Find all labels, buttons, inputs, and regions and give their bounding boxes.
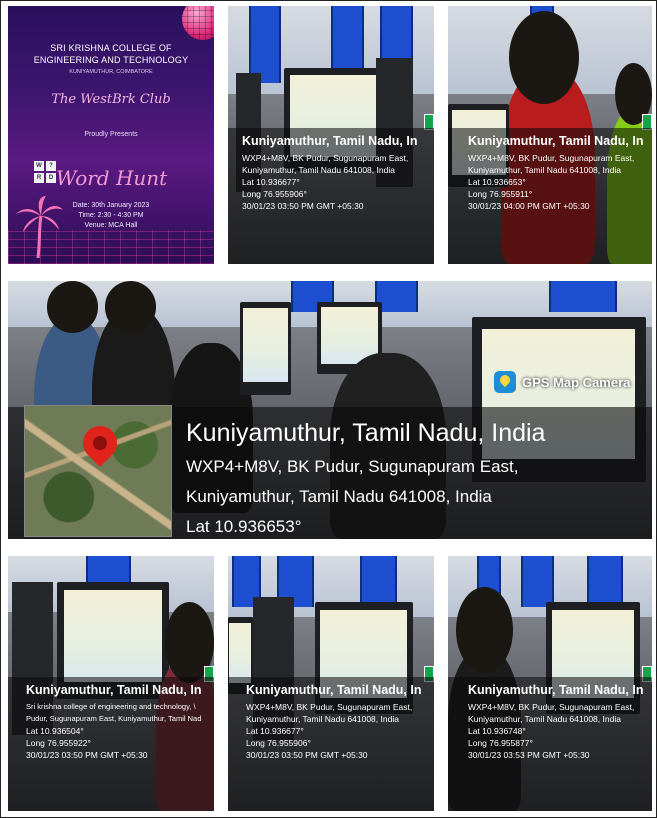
geotag-overlay: Kuniyamuthur, Tamil Nadu, In WXP4+M8V, B… <box>228 677 434 811</box>
location-title: Kuniyamuthur, Tamil Nadu, In <box>242 134 418 148</box>
poster-presents: Proudly Presents <box>84 131 138 138</box>
lab-photo: Kuniyamuthur, Tamil Nadu, In WXP4+M8V, B… <box>448 556 652 811</box>
lab-photo: Kuniyamuthur, Tamil Nadu, In WXP4+M8V, B… <box>228 6 434 264</box>
location-title: Kuniyamuthur, Tamil Nadu, India <box>186 419 546 447</box>
word-grid-logo: W ? R D <box>34 161 56 183</box>
poster-college-name: SRI KRISHNA COLLEGE OF ENGINEERING AND T… <box>33 43 189 65</box>
map-thumbnail <box>24 405 172 537</box>
poster-club-name: The WestBrk Club <box>51 92 171 107</box>
location-title: Kuniyamuthur, Tamil Nadu, In <box>246 683 422 697</box>
geotag-overlay: Kuniyamuthur, Tamil Nadu, In WXP4+M8V, B… <box>448 677 652 811</box>
lab-photo: Kuniyamuthur, Tamil Nadu, In WXP4+M8V, B… <box>448 6 652 264</box>
geotag-overlay: Kuniyamuthur, Tamil Nadu, In WXP4+M8V, B… <box>448 128 652 264</box>
gps-camera-badge: GPS Map Camera <box>494 367 630 397</box>
lab-photo: Kuniyamuthur, Tamil Nadu, In Sri krishna… <box>8 556 214 811</box>
location-title: Kuniyamuthur, Tamil Nadu, In <box>468 134 644 148</box>
location-pin-icon <box>75 418 125 468</box>
poster-event-title: Word Hunt <box>56 166 168 190</box>
gps-camera-icon <box>494 371 516 393</box>
disco-ball-graphic <box>182 6 214 40</box>
palm-tree-graphic <box>16 196 63 259</box>
location-title: Kuniyamuthur, Tamil Nadu, In <box>468 683 644 697</box>
geotag-overlay: Kuniyamuthur, Tamil Nadu, In WXP4+M8V, B… <box>228 128 434 264</box>
main-lab-photo: GPS Map Camera Kuniyamuthur, Tamil Nadu,… <box>8 281 652 539</box>
lab-photo: Kuniyamuthur, Tamil Nadu, In WXP4+M8V, B… <box>228 556 434 811</box>
event-poster: SRI KRISHNA COLLEGE OF ENGINEERING AND T… <box>8 6 214 264</box>
location-title: Kuniyamuthur, Tamil Nadu, In <box>26 683 202 697</box>
poster-place: KUNIYAMUTHUR, COIMBATORE <box>69 69 153 75</box>
geotag-overlay: Kuniyamuthur, Tamil Nadu, In Sri krishna… <box>8 677 214 811</box>
